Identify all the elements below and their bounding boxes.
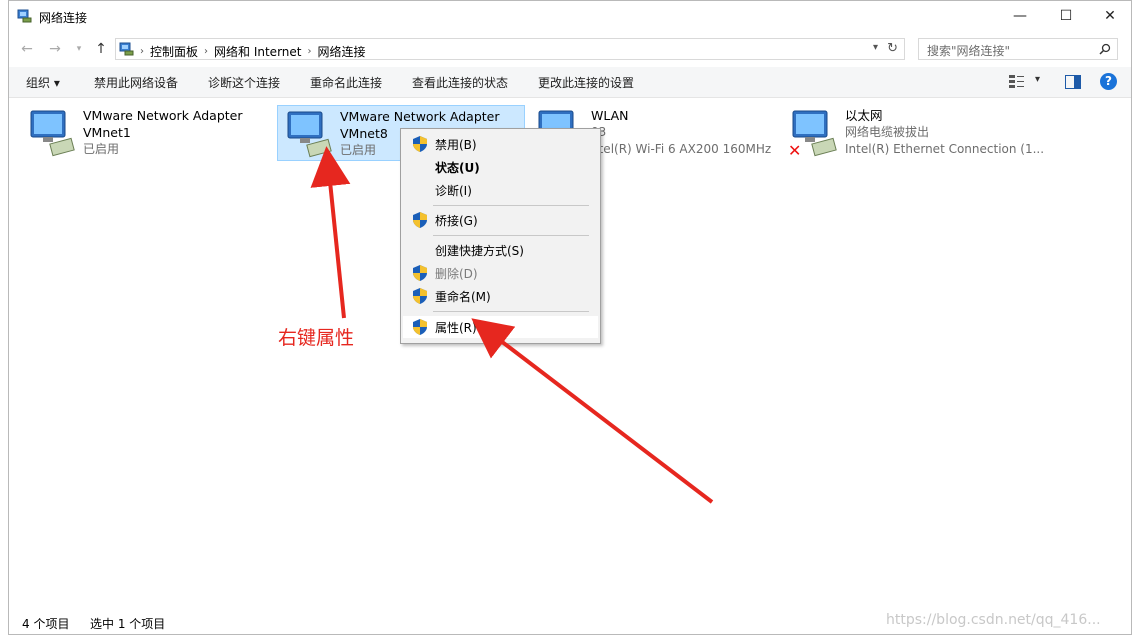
item-count: 4 个项目 [22,617,70,631]
menu-item-status[interactable]: 状态(U) [403,156,598,178]
selected-count: 选中 1 个项目 [90,617,166,631]
menu-item-disable[interactable]: 禁用(B) [403,133,598,155]
address-bar[interactable]: › 控制面板 › 网络和 Internet › 网络连接 ▾ ↻ [115,38,905,60]
chevron-right-icon: › [204,46,209,57]
connection-text: 以太网 网络电缆被拔出 Intel(R) Ethernet Connection… [845,107,1044,158]
connection-item-ethernet[interactable]: ✕ 以太网 网络电缆被拔出 Intel(R) Ethernet Connecti… [783,105,1044,161]
close-button[interactable]: ✕ [1087,1,1133,31]
menu-label: 创建快捷方式(S) [435,244,524,258]
maximize-button[interactable]: ☐ [1043,1,1089,31]
network-adapter-icon [287,111,332,158]
menu-item-diagnose[interactable]: 诊断(I) [403,179,598,201]
connection-name: VMware Network Adapter [340,109,500,124]
search-icon [1099,43,1111,55]
background-window-edge [0,0,8,641]
control-panel-icon [119,42,134,56]
connection-name: 以太网 [845,108,883,123]
menu-label: 状态(U) [435,161,480,175]
menu-label: 桥接(G) [435,214,478,228]
connection-status: 已启用 [83,142,120,156]
menu-item-properties[interactable]: 属性(R) [403,316,598,338]
organize-menu[interactable]: 组织 ▾ [26,74,60,91]
connection-text: WLAN 03 ntel(R) Wi-Fi 6 AX200 160MHz [591,107,771,158]
window-title: 网络连接 [39,11,88,25]
menu-item-delete: 删除(D) [403,262,598,284]
breadcrumb-control-panel[interactable]: 控制面板 [150,43,198,60]
connection-item-vmnet1[interactable]: VMware Network Adapter VMnet1 已启用 [21,105,269,161]
view-dropdown-icon[interactable]: ▾ [1035,74,1040,85]
uac-shield-icon [413,288,427,304]
connection-device: VMnet1 [83,125,131,140]
menu-separator [433,311,589,312]
annotation-label: 右键属性 [278,327,355,349]
menu-item-rename[interactable]: 重命名(M) [403,285,598,307]
network-adapter-icon [30,110,75,157]
connection-name: VMware Network Adapter [83,108,243,123]
search-placeholder: 搜索"网络连接" [927,44,1011,58]
command-bar: 组织 ▾ 禁用此网络设备 诊断这个连接 重命名此连接 查看此连接的状态 更改此连… [9,67,1131,98]
forward-arrow-icon[interactable]: → [45,39,65,59]
breadcrumb: › 控制面板 › 网络和 Internet › 网络连接 [140,43,366,60]
chevron-right-icon: › [307,46,312,57]
recent-dropdown-icon[interactable]: ▾ [69,39,89,59]
view-options-icon[interactable] [1009,75,1025,89]
diagnose-button[interactable]: 诊断这个连接 [208,74,280,91]
help-icon[interactable]: ? [1100,73,1117,90]
rename-button[interactable]: 重命名此连接 [310,74,382,91]
breadcrumb-network-internet[interactable]: 网络和 Internet [214,43,301,60]
search-input[interactable]: 搜索"网络连接" [918,38,1118,60]
connection-device: Intel(R) Ethernet Connection (1... [845,142,1045,156]
menu-label: 诊断(I) [435,184,472,198]
title-bar: 网络连接 — ☐ ✕ [9,1,1131,33]
chevron-right-icon: › [140,46,144,57]
uac-shield-icon [413,136,427,152]
menu-label: 禁用(B) [435,138,477,152]
disconnected-x-icon: ✕ [788,141,802,160]
menu-item-bridge[interactable]: 桥接(G) [403,209,598,231]
up-arrow-icon[interactable]: ↑ [91,39,111,59]
connection-device: ntel(R) Wi-Fi 6 AX200 160MHz [591,142,772,156]
network-connections-icon [17,9,32,23]
preview-pane-icon[interactable] [1065,75,1081,89]
address-dropdown-icon[interactable]: ▾ [873,42,878,53]
view-status-button[interactable]: 查看此连接的状态 [412,74,508,91]
menu-separator [433,235,589,236]
menu-label: 重命名(M) [435,290,491,304]
connection-ssid: 03 [591,124,771,141]
back-arrow-icon[interactable]: ← [17,39,37,59]
breadcrumb-network-connections[interactable]: 网络连接 [317,43,365,60]
refresh-icon[interactable]: ↻ [887,41,898,56]
uac-shield-icon [413,319,427,335]
watermark: https://blog.csdn.net/qq_416... [886,612,1101,628]
change-settings-button[interactable]: 更改此连接的设置 [538,74,634,91]
menu-separator [433,205,589,206]
minimize-button[interactable]: — [997,1,1043,31]
disable-device-button[interactable]: 禁用此网络设备 [94,74,178,91]
uac-shield-icon [413,265,427,281]
address-row: ← → ▾ ↑ › 控制面板 › 网络和 Internet › 网络连接 ▾ ↻… [9,35,1131,63]
connection-name: WLAN [591,108,629,123]
menu-label: 属性(R) [435,321,477,335]
connection-status: 网络电缆被拔出 [845,125,930,139]
menu-label: 删除(D) [435,267,478,281]
uac-shield-icon [413,212,427,228]
connection-text: VMware Network Adapter VMnet1 已启用 [83,107,243,158]
context-menu: 禁用(B) 状态(U) 诊断(I) 桥接(G) 创建快捷方式(S) 删除(D) … [400,128,601,344]
menu-item-create-shortcut[interactable]: 创建快捷方式(S) [403,239,598,261]
